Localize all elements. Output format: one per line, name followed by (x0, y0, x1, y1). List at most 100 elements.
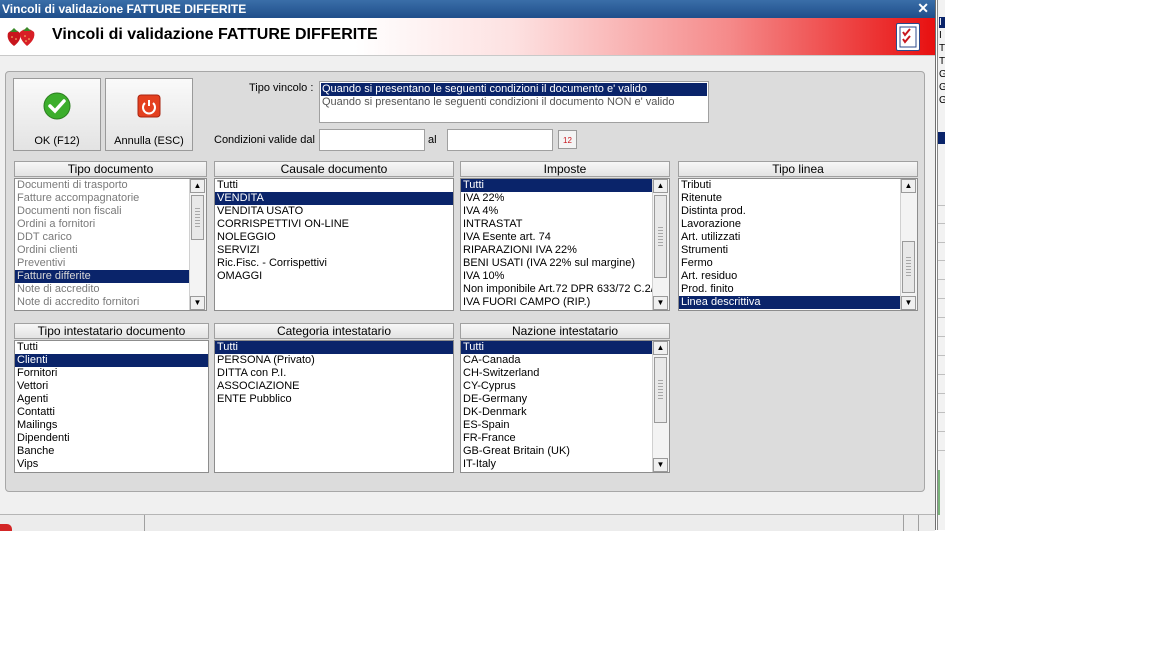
list-item[interactable]: CH-Switzerland (461, 367, 653, 380)
scroll-up-icon[interactable]: ▲ (190, 179, 205, 193)
scroll-thumb[interactable] (654, 357, 667, 423)
list-item[interactable]: Note di accredito fornitori (15, 296, 206, 309)
list-item[interactable]: IVA 10% (461, 270, 653, 283)
list-item[interactable]: INTRASTAT (461, 218, 653, 231)
list-nazione-intestatario[interactable]: Tutti CA-Canada CH-Switzerland CY-Cyprus… (460, 340, 670, 473)
scroll-down-icon[interactable]: ▼ (653, 296, 668, 310)
scroll-up-icon[interactable]: ▲ (901, 179, 916, 193)
list-item[interactable]: Note di accredito (15, 283, 206, 296)
list-item[interactable]: Tutti (215, 341, 453, 354)
list-item[interactable]: VENDITA USATO (215, 205, 453, 218)
list-item[interactable]: ES-Spain (461, 419, 653, 432)
list-item[interactable]: Tutti (215, 179, 453, 192)
list-item[interactable]: DDT carico (15, 231, 206, 244)
list-causale-documento[interactable]: Tutti VENDITA VENDITA USATO CORRISPETTIV… (214, 178, 454, 311)
list-item[interactable]: Tutti (15, 341, 208, 354)
list-item[interactable]: Ordini clienti (15, 244, 206, 257)
list-item[interactable]: Fatture accompagnatorie (15, 192, 206, 205)
scroll-up-icon[interactable]: ▲ (653, 341, 668, 355)
list-item[interactable]: IVA 22% (461, 192, 653, 205)
list-item[interactable]: IVA Esente art. 74 (461, 231, 653, 244)
list-item[interactable]: Dipendenti (15, 432, 208, 445)
tipo-vincolo-option-valid[interactable]: Quando si presentano le seguenti condizi… (321, 83, 707, 96)
list-item[interactable]: IVA 4% (461, 205, 653, 218)
list-item[interactable]: Non imponibile Art.72 DPR 633/72 C.2/3 (461, 283, 653, 296)
list-item[interactable]: Tutti (461, 341, 653, 354)
list-categoria-intestatario[interactable]: Tutti PERSONA (Privato) DITTA con P.I. A… (214, 340, 454, 473)
close-icon[interactable]: ✕ (917, 0, 929, 17)
date-to-field[interactable] (447, 129, 553, 151)
scroll-down-icon[interactable]: ▼ (190, 296, 205, 310)
list-item[interactable]: Tributi (679, 179, 917, 192)
list-item[interactable]: Mailings (15, 419, 208, 432)
list-item[interactable]: CA-Canada (461, 354, 653, 367)
list-item[interactable]: DK-Denmark (461, 406, 653, 419)
group-imposte: Imposte Tutti IVA 22% IVA 4% INTRASTAT I… (460, 161, 670, 312)
scrollbar[interactable]: ▲ ▼ (900, 179, 917, 310)
list-item[interactable]: CY-Cyprus (461, 380, 653, 393)
list-item[interactable]: Documenti non fiscali (15, 205, 206, 218)
list-item[interactable]: Prod. finito (679, 283, 917, 296)
list-item[interactable]: Linea descrittiva (679, 296, 901, 309)
list-item[interactable]: DITTA con P.I. (215, 367, 453, 380)
list-item[interactable]: Fornitori (15, 367, 208, 380)
list-item[interactable]: FR-France (461, 432, 653, 445)
list-tipo-intestatario[interactable]: Tutti Clienti Fornitori Vettori Agenti C… (14, 340, 209, 473)
group-header: Imposte (460, 161, 670, 177)
list-item[interactable]: VENDITA (215, 192, 453, 205)
list-item[interactable]: IVA FUORI CAMPO (RIP.) (461, 296, 653, 309)
list-item[interactable]: Banche (15, 445, 208, 458)
list-item[interactable]: OMAGGI (215, 270, 453, 283)
scrollbar[interactable]: ▲ ▼ (652, 341, 669, 472)
list-item[interactable]: Preventivi (15, 257, 206, 270)
scroll-down-icon[interactable]: ▼ (901, 296, 916, 310)
list-item[interactable]: ENTE Pubblico (215, 393, 453, 406)
scroll-thumb[interactable] (902, 241, 915, 293)
list-item[interactable]: GB-Great Britain (UK) (461, 445, 653, 458)
list-item[interactable]: Fermo (679, 257, 917, 270)
scroll-up-icon[interactable]: ▲ (653, 179, 668, 193)
checklist-icon[interactable] (896, 23, 920, 51)
list-item[interactable]: DE-Germany (461, 393, 653, 406)
dialog-header: Vincoli di validazione FATTURE DIFFERITE (0, 18, 935, 56)
scrollbar[interactable]: ▲ ▼ (189, 179, 206, 310)
list-item[interactable]: Ordini a fornitori (15, 218, 206, 231)
tipo-vincolo-list[interactable]: Quando si presentano le seguenti condizi… (319, 81, 709, 123)
ok-button[interactable]: OK (F12) (13, 78, 101, 151)
list-tipo-linea[interactable]: Tributi Ritenute Distinta prod. Lavorazi… (678, 178, 918, 311)
list-item[interactable]: IT-Italy (461, 458, 653, 471)
list-item[interactable]: Ric.Fisc. - Corrispettivi (215, 257, 453, 270)
list-item[interactable]: Clienti (15, 354, 208, 367)
list-imposte[interactable]: Tutti IVA 22% IVA 4% INTRASTAT IVA Esent… (460, 178, 670, 311)
date-from-field[interactable] (319, 129, 425, 151)
list-item[interactable]: Documenti di trasporto (15, 179, 206, 192)
scroll-thumb[interactable] (191, 195, 204, 240)
list-item[interactable]: NOLEGGIO (215, 231, 453, 244)
tipo-vincolo-option-not-valid[interactable]: Quando si presentano le seguenti condizi… (320, 96, 708, 109)
list-item[interactable]: CORRISPETTIVI ON-LINE (215, 218, 453, 231)
list-item[interactable]: Distinta prod. (679, 205, 917, 218)
list-item[interactable]: BENI USATI (IVA 22% sul margine) (461, 257, 653, 270)
list-item[interactable]: Tutti (461, 179, 653, 192)
list-item[interactable]: Vips (15, 458, 208, 471)
scrollbar[interactable]: ▲ ▼ (652, 179, 669, 310)
list-item[interactable]: Art. utilizzati (679, 231, 917, 244)
list-item[interactable]: PERSONA (Privato) (215, 354, 453, 367)
list-item[interactable]: Contatti (15, 406, 208, 419)
scroll-thumb[interactable] (654, 195, 667, 278)
list-item[interactable]: Lavorazione (679, 218, 917, 231)
list-item[interactable]: Vettori (15, 380, 208, 393)
list-item[interactable]: Ritenute (679, 192, 917, 205)
cancel-button[interactable]: Annulla (ESC) (105, 78, 193, 151)
group-tipo-intestatario: Tipo intestatario documento Tutti Client… (14, 323, 209, 474)
list-item[interactable]: ASSOCIAZIONE (215, 380, 453, 393)
calendar-icon[interactable]: 12 (558, 130, 577, 149)
list-item[interactable]: SERVIZI (215, 244, 453, 257)
list-item[interactable]: Strumenti (679, 244, 917, 257)
list-tipo-documento[interactable]: Documenti di trasporto Fatture accompagn… (14, 178, 207, 311)
list-item[interactable]: Agenti (15, 393, 208, 406)
list-item[interactable]: RIPARAZIONI IVA 22% (461, 244, 653, 257)
scroll-down-icon[interactable]: ▼ (653, 458, 668, 472)
list-item[interactable]: Fatture differite (15, 270, 190, 283)
list-item[interactable]: Art. residuo (679, 270, 917, 283)
